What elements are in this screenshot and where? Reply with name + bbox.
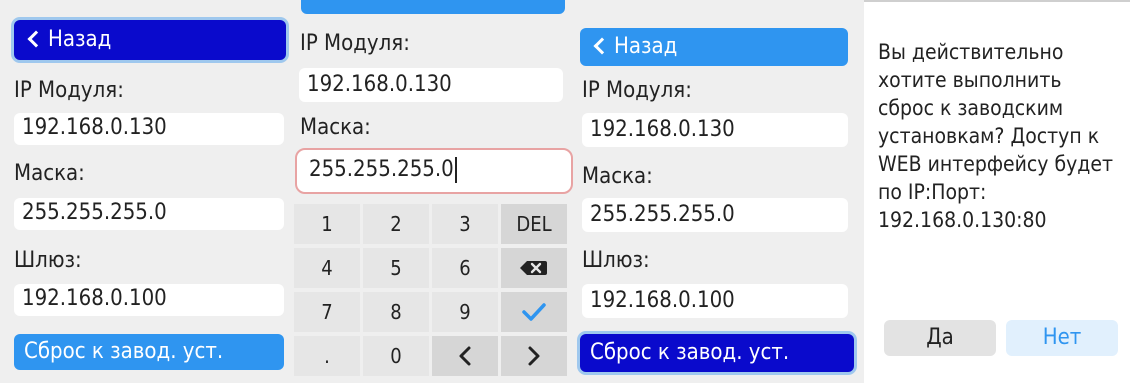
mask-field-active[interactable]: 255.255.255.0 (295, 148, 573, 194)
back-button-partial[interactable] (301, 0, 565, 14)
yes-button[interactable]: Да (884, 320, 996, 356)
back-button[interactable]: Назад (14, 20, 286, 60)
key-left[interactable] (432, 336, 498, 376)
gateway-field[interactable]: 192.168.0.100 (582, 284, 848, 318)
screen-network-2: Назад IP Модуля: 192.168.0.130 Маска: 25… (578, 0, 860, 383)
chevron-left-icon (593, 37, 611, 55)
screen-network-1: Назад IP Модуля: 192.168.0.130 Маска: 25… (0, 0, 288, 383)
mask-label: Маска: (300, 115, 371, 140)
key-right[interactable] (501, 336, 567, 376)
factory-reset-button[interactable]: Сброс к завод. уст. (14, 334, 284, 370)
ip-label: IP Модуля: (14, 78, 124, 103)
chevron-left-icon (27, 30, 45, 48)
back-label: Назад (614, 34, 678, 59)
ip-label: IP Модуля: (300, 31, 410, 56)
key-5[interactable]: 5 (363, 248, 429, 288)
gateway-label: Шлюз: (14, 248, 82, 273)
chevron-right-icon (528, 346, 540, 366)
key-2[interactable]: 2 (363, 204, 429, 244)
mask-label: Маска: (14, 161, 85, 186)
key-0[interactable]: 0 (363, 336, 429, 376)
mask-label: Маска: (582, 164, 653, 189)
ip-field[interactable]: 192.168.0.130 (582, 113, 848, 147)
gateway-field[interactable]: 192.168.0.100 (14, 284, 284, 316)
dialog-message: Вы действительно хотите выполнить сброс … (878, 40, 1113, 232)
key-6[interactable]: 6 (432, 248, 498, 288)
mask-field[interactable]: 255.255.255.0 (14, 198, 284, 230)
gateway-label: Шлюз: (582, 248, 650, 273)
text-cursor (454, 157, 457, 183)
check-icon (522, 303, 546, 321)
screen-network-keypad: IP Модуля: 192.168.0.130 Маска: 255.255.… (291, 0, 575, 383)
ip-field[interactable]: 192.168.0.130 (299, 68, 563, 102)
mask-field[interactable]: 255.255.255.0 (582, 198, 848, 232)
backspace-icon (520, 261, 547, 275)
key-backspace[interactable] (501, 248, 567, 288)
factory-reset-button[interactable]: Сброс к завод. уст. (580, 334, 854, 372)
key-3[interactable]: 3 (432, 204, 498, 244)
key-1[interactable]: 1 (294, 204, 360, 244)
key-confirm[interactable] (501, 292, 567, 332)
ip-label: IP Модуля: (582, 78, 692, 103)
key-8[interactable]: 8 (363, 292, 429, 332)
key-7[interactable]: 7 (294, 292, 360, 332)
back-label: Назад (48, 27, 112, 52)
no-button[interactable]: Нет (1006, 320, 1118, 356)
ip-field[interactable]: 192.168.0.130 (14, 113, 284, 145)
mask-value: 255.255.255.0 (309, 157, 454, 182)
back-button[interactable]: Назад (580, 28, 848, 66)
chevron-left-icon (459, 346, 471, 366)
key-9[interactable]: 9 (432, 292, 498, 332)
key-dot[interactable]: . (294, 336, 360, 376)
key-del[interactable]: DEL (501, 204, 567, 244)
key-4[interactable]: 4 (294, 248, 360, 288)
